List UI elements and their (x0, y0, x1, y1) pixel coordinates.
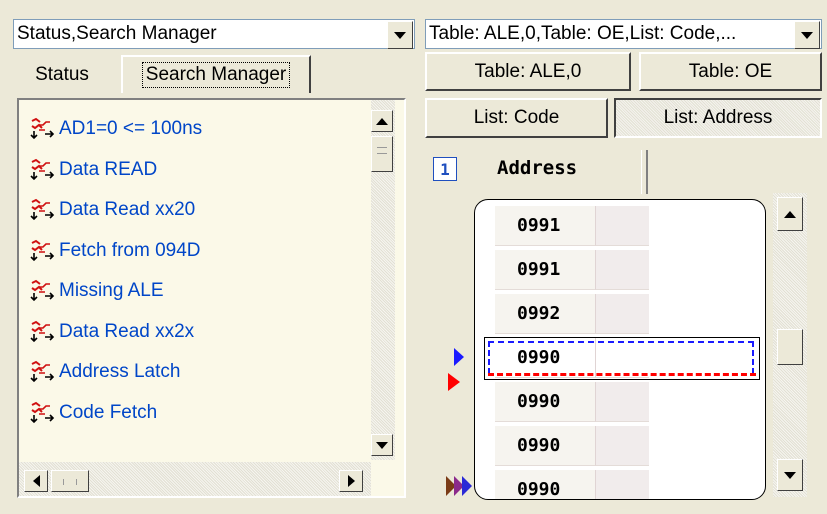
search-item[interactable]: Address Latch (29, 357, 180, 387)
address-value: 0991 (517, 215, 561, 236)
address-value: 0992 (517, 303, 561, 324)
chevron-down-icon (801, 31, 813, 39)
address-cell[interactable]: 0990 (495, 426, 595, 466)
search-item[interactable]: Missing ALE (29, 276, 164, 306)
search-item-label: AD1=0 <= 100ns (59, 118, 203, 139)
address-cell[interactable]: 0991 (495, 206, 595, 246)
address-scroll-thumb[interactable] (777, 329, 803, 365)
search-manager-list: AD1=0 <= 100ns Data READ Data Read xx20 Fet… (17, 98, 406, 498)
selection-red-line (488, 373, 756, 376)
search-pattern-icon (29, 117, 55, 141)
search-pattern-icon (29, 279, 55, 303)
arrow-left-icon (32, 475, 40, 487)
address-cell[interactable]: 0990 (495, 470, 595, 500)
search-item-label: Code Fetch (59, 401, 158, 423)
scroll-left-button[interactable] (24, 470, 48, 492)
tab-status-label: Status (35, 64, 89, 85)
address-cell[interactable]: 0992 (495, 294, 595, 334)
search-pattern-icon (29, 401, 55, 425)
address-value: 0990 (517, 435, 561, 456)
address-cell[interactable]: 0991 (495, 250, 595, 290)
address-secondary-cell (595, 206, 649, 246)
list-code-button[interactable]: List: Code (425, 98, 608, 138)
search-item[interactable]: Fetch from 094D (29, 236, 201, 266)
address-vertical-scrollbar[interactable] (773, 193, 807, 497)
scroll-right-button[interactable] (339, 470, 363, 492)
search-item[interactable]: Data Read xx20 (29, 195, 195, 225)
search-item-label: Fetch from 094D (59, 239, 201, 261)
horizontal-scroll-thumb[interactable] (51, 470, 89, 492)
red-cursor-marker-icon[interactable] (448, 373, 460, 391)
blue-cursor-marker-icon[interactable] (454, 348, 464, 366)
column-number-badge: 1 (433, 157, 457, 181)
search-pattern-icon (29, 239, 55, 263)
search-item[interactable]: AD1=0 <= 100ns (29, 114, 202, 144)
selected-row-outline (484, 337, 760, 380)
tab-status[interactable]: Status (17, 58, 107, 92)
blue-marker-icon[interactable] (462, 476, 472, 496)
search-item-label: Data Read xx20 (59, 199, 196, 220)
arrow-down-icon (784, 471, 796, 479)
scroll-up-button[interactable] (371, 110, 393, 132)
view-selector-value: Status,Search Manager (17, 23, 217, 44)
address-scroll-down-button[interactable] (777, 459, 803, 491)
scroll-thumb[interactable] (371, 136, 393, 172)
tab-search-manager[interactable]: Search Manager (121, 55, 311, 93)
address-column-header: Address (497, 157, 578, 179)
chevron-down-icon (394, 31, 406, 39)
search-item-label: Address Latch (59, 361, 181, 382)
address-secondary-cell (595, 470, 649, 499)
panel-selector-value: Table: ALE,0,Table: OE,List: Code,... (429, 23, 737, 44)
column-resize-handle[interactable] (641, 150, 648, 194)
search-pattern-icon (29, 360, 55, 384)
list-code-label: List: Code (473, 107, 560, 128)
cursor-markers (446, 348, 472, 496)
address-cell[interactable]: 0990 (495, 382, 595, 422)
address-secondary-cell (595, 382, 649, 422)
list-vertical-scrollbar[interactable] (371, 100, 395, 460)
column-number: 1 (440, 159, 450, 179)
address-list: 0991 0991 0992 0990 0990 0990 0990 (474, 199, 766, 500)
search-pattern-icon (29, 198, 55, 222)
search-item-label: Data Read xx2x (59, 320, 195, 342)
arrow-up-icon (784, 210, 796, 218)
panel-selector-combo[interactable]: Table: ALE,0,Table: OE,List: Code,... (425, 19, 822, 49)
scroll-down-button[interactable] (371, 434, 393, 456)
address-value: 0990 (517, 391, 561, 412)
address-value: 0990 (517, 479, 561, 500)
panel-selector-dropdown-button[interactable] (794, 21, 820, 49)
address-secondary-cell (595, 294, 649, 334)
address-scroll-up-button[interactable] (777, 197, 803, 231)
view-selector-dropdown-button[interactable] (387, 21, 413, 49)
selection-dashed-box (488, 341, 754, 374)
table-ale-button[interactable]: Table: ALE,0 (425, 52, 631, 91)
view-selector-combo[interactable]: Status,Search Manager (13, 19, 415, 49)
search-pattern-icon (29, 158, 55, 182)
tab-search-manager-label: Search Manager (141, 62, 291, 88)
address-secondary-cell (595, 426, 649, 466)
table-ale-label: Table: ALE,0 (474, 60, 582, 82)
address-secondary-cell (595, 250, 649, 290)
table-oe-label: Table: OE (688, 60, 773, 82)
search-pattern-icon (29, 320, 55, 344)
arrow-right-icon (347, 475, 355, 487)
search-item[interactable]: Data READ (29, 155, 157, 185)
arrow-down-icon (376, 441, 388, 449)
list-address-label: List: Address (663, 107, 773, 128)
search-item[interactable]: Code Fetch (29, 398, 157, 428)
search-item-label: Missing ALE (59, 280, 164, 301)
list-address-button[interactable]: List: Address (614, 98, 822, 138)
search-item[interactable]: Data Read xx2x (29, 317, 194, 347)
table-oe-button[interactable]: Table: OE (639, 52, 822, 91)
address-value: 0991 (517, 259, 561, 280)
list-horizontal-scrollbar[interactable] (19, 462, 371, 496)
search-item-label: Data READ (59, 158, 158, 180)
arrow-up-icon (376, 117, 388, 125)
